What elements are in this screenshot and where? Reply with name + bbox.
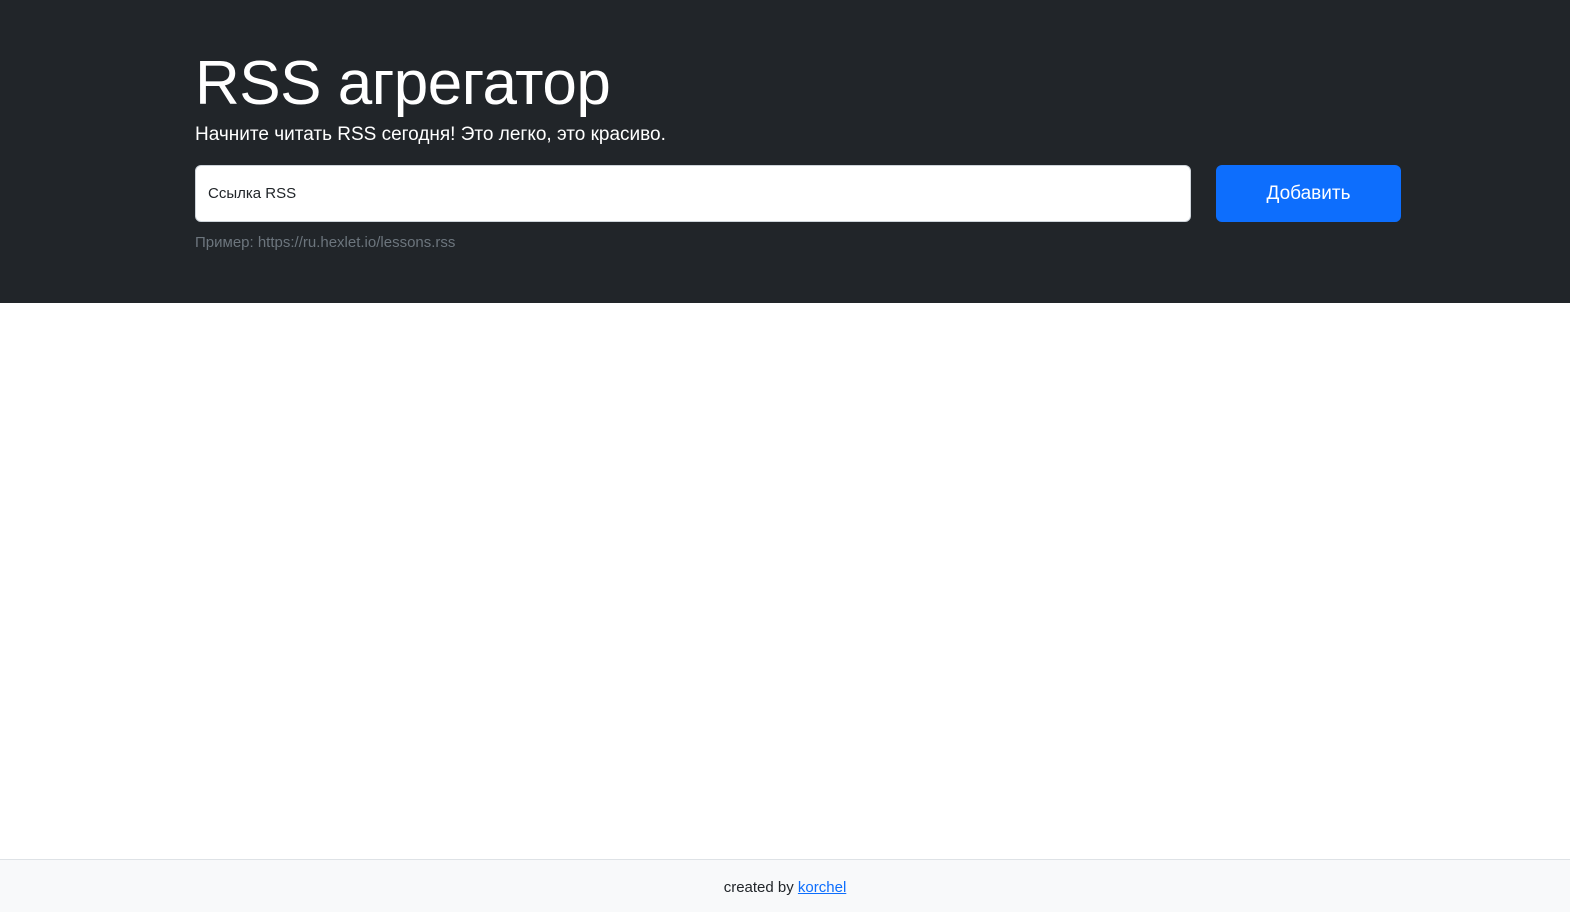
page-title: RSS агрегатор <box>195 49 611 118</box>
hero-lead-text: Начните читать RSS сегодня! Это легко, э… <box>195 124 666 145</box>
author-link[interactable]: korchel <box>798 879 846 896</box>
page: RSS агрегатор Начните читать RSS сегодня… <box>0 0 1570 912</box>
footer: created by korchel <box>0 859 1570 912</box>
example-hint: Пример: https://ru.hexlet.io/lessons.rss <box>195 234 456 251</box>
hero-container: RSS агрегатор Начните читать RSS сегодня… <box>195 0 1401 303</box>
rss-url-input[interactable] <box>195 165 1191 222</box>
footer-prefix: created by <box>723 879 794 896</box>
footer-text: created by korchel <box>724 879 847 897</box>
add-button[interactable]: Добавить <box>1216 165 1401 222</box>
hero-section: RSS агрегатор Начните читать RSS сегодня… <box>0 0 1570 303</box>
